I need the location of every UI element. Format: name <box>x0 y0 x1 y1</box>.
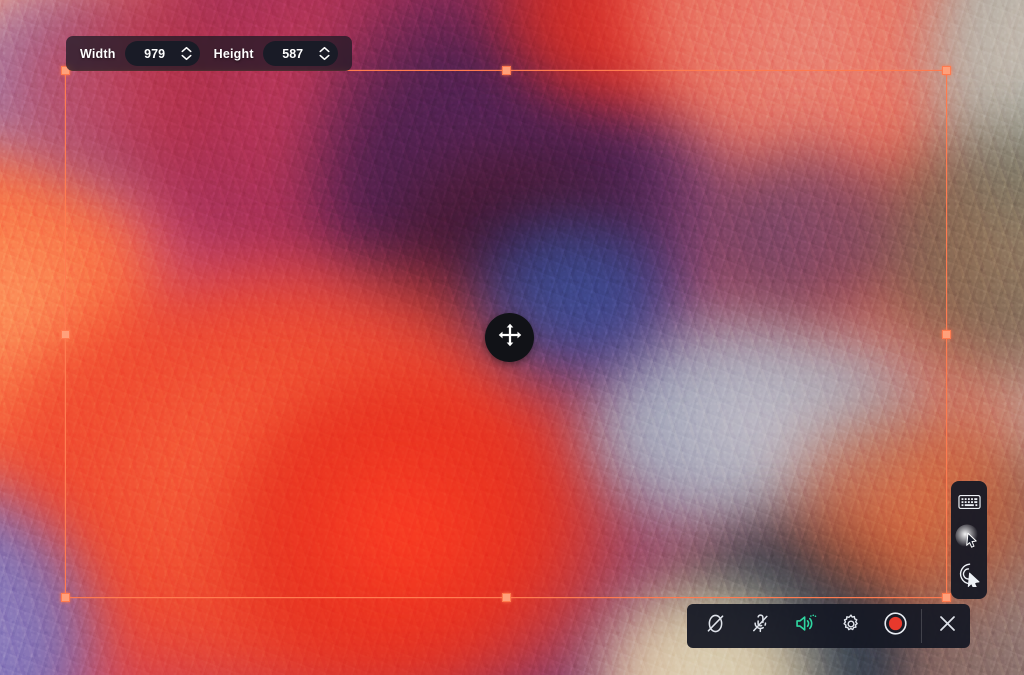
resize-handle-middle-right[interactable] <box>942 329 951 339</box>
chevron-down-icon[interactable] <box>181 54 192 61</box>
width-stepper[interactable] <box>181 46 192 61</box>
speaker-on-icon <box>793 612 818 640</box>
gear-icon <box>840 613 862 640</box>
resize-handle-middle-left[interactable] <box>61 329 70 339</box>
cursor-spotlight-icon <box>954 523 984 558</box>
chevron-up-icon[interactable] <box>319 46 330 53</box>
move-selection-handle[interactable] <box>485 313 534 362</box>
settings-button[interactable] <box>828 604 873 648</box>
width-label: Width <box>80 46 116 61</box>
cursor-spotlight-button[interactable] <box>953 524 985 556</box>
height-group: Height 587 <box>214 41 338 66</box>
click-highlight-button[interactable] <box>953 560 985 592</box>
resize-handle-bottom-right[interactable] <box>942 593 951 602</box>
chevron-down-icon[interactable] <box>319 54 330 61</box>
click-highlight-icon <box>956 561 982 592</box>
resize-handle-top-right[interactable] <box>942 66 951 75</box>
resize-handle-bottom-center[interactable] <box>501 593 511 602</box>
close-button[interactable] <box>925 604 970 648</box>
height-label: Height <box>213 46 254 61</box>
width-group: Width 979 <box>80 41 200 66</box>
height-value: 587 <box>282 46 304 61</box>
width-value: 979 <box>144 46 166 61</box>
recording-toolbar <box>687 604 970 648</box>
record-icon <box>883 611 908 641</box>
microphone-off-button[interactable] <box>738 604 783 648</box>
height-stepper[interactable] <box>319 46 330 61</box>
keyboard-icon <box>957 493 981 516</box>
resize-handle-top-center[interactable] <box>501 66 511 75</box>
camera-off-icon <box>704 612 727 640</box>
system-audio-button[interactable] <box>783 604 828 648</box>
width-input[interactable]: 979 <box>124 41 200 66</box>
effects-sidebar <box>951 481 987 599</box>
camera-off-button[interactable] <box>687 604 738 648</box>
record-button[interactable] <box>873 604 918 648</box>
mic-off-icon <box>749 612 772 640</box>
close-icon <box>936 612 959 640</box>
toolbar-divider <box>921 609 922 643</box>
keyboard-overlay-button[interactable] <box>953 488 985 520</box>
chevron-up-icon[interactable] <box>181 46 192 53</box>
dimension-panel: Width 979 Height 587 <box>66 36 352 71</box>
move-arrows-icon <box>497 322 523 353</box>
height-input[interactable]: 587 <box>262 41 338 66</box>
resize-handle-bottom-left[interactable] <box>61 593 70 602</box>
